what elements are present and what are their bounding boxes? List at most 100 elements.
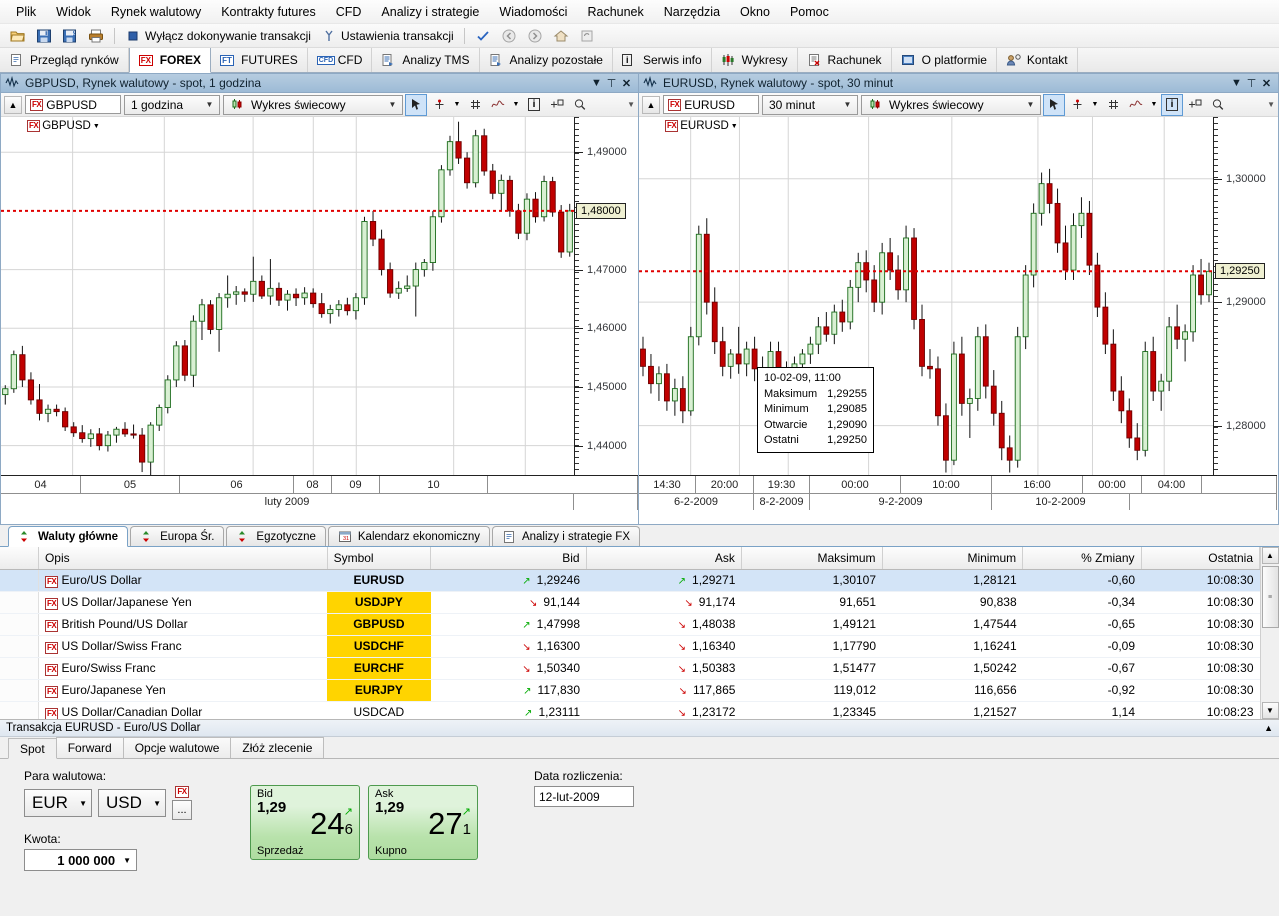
crosshair-tool-gbpusd[interactable] [429,95,449,115]
back-button[interactable] [496,27,522,45]
menu-item-kontrakty-futures[interactable]: Kontrakty futures [211,2,326,22]
menu-item-cfd[interactable]: CFD [326,2,372,22]
table-row[interactable]: FX Euro/US Dollar EURUSD ↗ 1,29246 ↗ 1,29271 1… [0,569,1260,592]
ribbon-tab-o-platformie[interactable]: O platformie [892,48,997,72]
cursor-tool-eurusd[interactable] [1043,93,1065,116]
market-tab-europa-r-[interactable]: Europa Śr. [130,526,225,546]
save-all-button[interactable]: 2 [57,27,83,45]
ribbon-tab-forex[interactable]: FX FOREX [128,48,212,73]
confirm-button[interactable] [470,27,496,45]
ribbon-tab-serwis-info[interactable]: i Serwis info [613,48,712,72]
indicator-dropdown-gbpusd[interactable]: ▼ [511,95,521,115]
chart-close-button-gbpusd[interactable]: ✕ [619,76,634,91]
menu-item-plik[interactable]: Plik [6,2,46,22]
table-row[interactable]: FX Euro/Swiss Franc EURCHF ↘ 1,50340 ↘ 1,5038… [0,657,1260,680]
crosshair-dropdown-gbpusd[interactable]: ▼ [452,95,462,115]
table-row[interactable]: FX US Dollar/Japanese Yen USDJPY ↘ 91,144 ↘ 9… [0,591,1260,614]
chart-interval-select-eurusd[interactable]: 30 minut ▼ [762,94,858,115]
chart-plot-gbpusd[interactable]: FX GBPUSD ▼ 1,49000 1,47000 1,46000 1,45000… [1,117,638,475]
info-tool-eurusd[interactable]: i [1161,93,1183,116]
forward-button[interactable] [522,27,548,45]
grid-tool-gbpusd[interactable] [465,95,485,115]
column-header-ask[interactable]: Ask [586,547,742,570]
chart-close-button-eurusd[interactable]: ✕ [1259,76,1274,91]
column-header--zmiany[interactable]: % Zmiany [1022,547,1142,570]
chart-legend-eurusd[interactable]: FX EURUSD ▼ [665,120,738,132]
quote-currency-select[interactable]: USD ▼ [98,789,166,817]
transaction-tab-forward[interactable]: Forward [55,737,124,758]
zoom-tool-eurusd[interactable] [1208,95,1228,115]
menu-item-widok[interactable]: Widok [46,2,101,22]
menu-item-narz-dzia[interactable]: Narzędzia [654,2,730,22]
grid-tool-eurusd[interactable] [1103,95,1123,115]
chart-type-select-gbpusd[interactable]: Wykres świecowy ▼ [223,94,403,115]
chart-type-select-eurusd[interactable]: Wykres świecowy ▼ [861,94,1041,115]
indicator-tool-eurusd[interactable] [1126,95,1146,115]
scroll-up-button[interactable]: ▲ [1261,547,1279,564]
save-button[interactable] [31,27,57,45]
chart-legend-gbpusd[interactable]: FX GBPUSD ▼ [27,120,100,132]
menu-item-rachunek[interactable]: Rachunek [577,2,653,22]
menu-item-analizy-i-strategie[interactable]: Analizy i strategie [371,2,489,22]
more-options-button[interactable]: ... [172,800,192,820]
ribbon-tab-przegl-d-rynk-w[interactable]: Przegląd rynków [0,48,129,72]
menu-item-pomoc[interactable]: Pomoc [780,2,839,22]
column-header-ostatnia[interactable]: Ostatnia [1141,547,1260,570]
print-button[interactable] [83,27,109,45]
chart-menu-button-gbpusd[interactable]: ▼ [589,76,604,91]
chart-menu-button-eurusd[interactable]: ▼ [1229,76,1244,91]
table-row[interactable]: FX Euro/Japanese Yen EURJPY ↗ 117,830 ↘ 117,8… [0,679,1260,702]
add-window-tool-eurusd[interactable] [1185,95,1205,115]
quotes-scrollbar[interactable]: ▲ ≡ ▼ [1260,547,1279,719]
chevron-down-icon-amount[interactable]: ▼ [123,856,131,865]
chart-plot-eurusd[interactable]: FX EURUSD ▼ 10-02-09, 11:00 Maksimum 1,292… [639,117,1277,475]
indicator-dropdown-eurusd[interactable]: ▼ [1149,95,1159,115]
table-row[interactable]: FX US Dollar/Swiss Franc USDCHF ↘ 1,16300 ↘ 1… [0,635,1260,658]
chart-pin-button-gbpusd[interactable]: ⊤ [604,76,619,91]
info-tool-gbpusd[interactable]: i [524,95,544,115]
menu-item-rynek-walutowy[interactable]: Rynek walutowy [101,2,211,22]
market-tab-kalendarz-ekonomiczny[interactable]: 31 Kalendarz ekonomiczny [327,526,490,546]
scrollbar-thumb[interactable]: ≡ [1261,566,1279,628]
crosshair-dropdown-eurusd[interactable]: ▼ [1090,95,1100,115]
add-window-tool-gbpusd[interactable] [547,95,567,115]
settlement-date-input[interactable]: 12-lut-2009 [534,786,634,807]
column-header-minimum[interactable]: Minimum [882,547,1024,570]
chart-collapse-button-gbpusd[interactable]: ▲ [4,95,22,114]
market-tab-analizy-i-strategie-fx[interactable]: Analizy i strategie FX [491,526,640,546]
ribbon-tab-analizy-tms[interactable]: Analizy TMS [372,48,480,72]
column-header-opis[interactable]: Opis [38,547,328,570]
chart-pin-button-eurusd[interactable]: ⊤ [1244,76,1259,91]
transaction-tab-opcje-walutowe[interactable]: Opcje walutowe [122,737,232,758]
transaction-tab-z-zlecenie[interactable]: Złóż zlecenie [230,737,325,758]
menu-item-wiadomo-ci[interactable]: Wiadomości [489,2,577,22]
ribbon-tab-rachunek[interactable]: Rachunek [798,48,892,72]
column-header-bid[interactable]: Bid [430,547,587,570]
column-header-symbol[interactable]: Symbol [327,547,432,570]
crosshair-tool-eurusd[interactable] [1067,95,1087,115]
ribbon-tab-futures[interactable]: FT FUTURES [211,48,308,72]
ribbon-tab-cfd[interactable]: CFD CFD [308,48,373,72]
table-row[interactable]: FX British Pound/US Dollar GBPUSD ↗ 1,47998… [0,613,1260,636]
market-tab-waluty-g-wne[interactable]: Waluty główne [8,526,129,547]
cursor-tool-gbpusd[interactable] [405,93,427,116]
base-currency-select[interactable]: EUR ▼ [24,789,92,817]
column-header-maksimum[interactable]: Maksimum [741,547,883,570]
amount-input[interactable]: 1 000 000 ▼ [24,849,137,871]
chart-interval-select-gbpusd[interactable]: 1 godzina ▼ [124,94,220,115]
transaction-tab-spot[interactable]: Spot [8,738,57,759]
open-button[interactable] [5,27,31,45]
transaction-settings-button[interactable]: Ustawienia transakcji [316,27,459,45]
refresh-button[interactable] [574,27,600,45]
chart-collapse-button-eurusd[interactable]: ▲ [642,95,660,114]
chevron-down-icon-legend-2[interactable]: ▼ [731,123,738,130]
chevron-down-icon-legend[interactable]: ▼ [93,123,100,130]
ribbon-tab-kontakt[interactable]: Kontakt [997,48,1078,72]
transaction-collapse-icon[interactable]: ▲ [1264,723,1273,733]
home-button[interactable] [548,27,574,45]
ribbon-tab-wykresy[interactable]: Wykresy [712,48,798,72]
chart-toolbar-overflow-gbpusd[interactable]: ▼ [627,100,635,109]
bid-price-box[interactable]: Bid 1,29 ↗ 246 Sprzedaż [250,785,360,860]
scroll-down-button[interactable]: ▼ [1261,702,1279,719]
market-tab-egzotyczne[interactable]: Egzotyczne [226,526,326,546]
